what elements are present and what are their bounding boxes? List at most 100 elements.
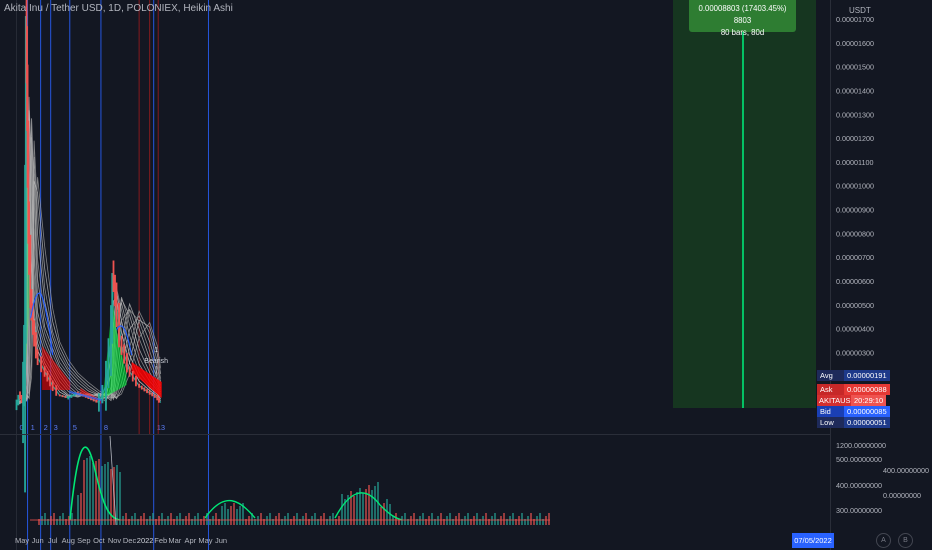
candle <box>143 387 146 392</box>
volume-bar <box>305 513 307 525</box>
volume-bar <box>449 513 451 525</box>
price-chart[interactable]: 0.00001700 0.00001600 0.00001500 0.00001400… <box>0 0 932 550</box>
candle <box>40 356 43 373</box>
candle <box>17 394 20 406</box>
volume-bar <box>224 503 226 525</box>
bearish-count: 1 <box>154 347 158 354</box>
candle <box>140 385 143 390</box>
candle <box>118 302 120 348</box>
volume-bar <box>89 456 91 525</box>
bid-badge-value: 0.00000085 <box>844 406 890 417</box>
volume-bar <box>395 513 397 525</box>
candle <box>156 395 159 401</box>
time-tick-label: Nov <box>108 536 122 545</box>
bid-badge-label: Bid <box>817 406 844 417</box>
candle <box>131 371 134 382</box>
volume-bars-group <box>38 456 550 525</box>
time-tick-label: May <box>15 536 29 545</box>
candle <box>49 375 51 387</box>
symbol-badge-label: AKITAUSDT <box>817 395 861 406</box>
ask-badge-label: Ask <box>817 384 844 395</box>
price-tick-label: 0.00001200 <box>836 134 874 143</box>
volume-bar <box>179 513 181 525</box>
wave-label: 2 <box>44 423 48 432</box>
volume-bar <box>170 513 172 525</box>
time-tick-label: Aug <box>62 536 75 545</box>
volume-bar <box>269 513 271 525</box>
volume-bar <box>323 513 325 525</box>
time-tick-label: Dec <box>123 536 137 545</box>
pane-divider <box>0 434 830 435</box>
current-date-label: 07/05/2022 <box>792 533 834 548</box>
measure-range-box <box>673 0 816 408</box>
volume-bar <box>512 513 514 525</box>
volume-bar <box>467 513 469 525</box>
auto-scale-button[interactable]: A <box>876 533 891 548</box>
chart-root: 0.00001700 0.00001600 0.00001500 0.00001400… <box>0 0 932 550</box>
log-scale-button[interactable]: B <box>898 533 913 548</box>
ask-badge-value: 0.00000088 <box>844 384 890 395</box>
volume-bar <box>287 513 289 525</box>
volume-bar <box>233 503 235 525</box>
time-tick-label: 2022 <box>137 536 154 545</box>
candle <box>67 395 70 400</box>
time-tick-label: Jul <box>48 536 58 545</box>
volume-bar <box>215 513 217 525</box>
volume-tick-label-right: 0.00000000 <box>883 491 921 500</box>
wave-label: 8 <box>104 423 108 432</box>
time-tick-label: Jun <box>32 536 44 545</box>
symbol-badge: AKITAUSDT20:29:10 <box>817 395 887 406</box>
ask-badge: Ask 0.00000088 <box>817 384 890 395</box>
bearish-label: Bearish <box>144 358 168 365</box>
measure-line1: 0.00008803 (17403.45%) 8803 <box>698 4 787 25</box>
price-tick-label: 0.00000800 <box>836 229 874 238</box>
price-tick-label: 0.00001400 <box>836 86 874 95</box>
volume-tick-label-right: 400.00000000 <box>883 466 929 475</box>
candle <box>123 344 126 364</box>
volume-bar <box>53 513 55 525</box>
volume-bar <box>236 509 238 525</box>
avg-badge-label: Avg <box>817 370 844 381</box>
volume-bar <box>374 486 376 525</box>
volume-bar <box>86 458 88 525</box>
candle <box>101 384 104 404</box>
price-tick-label: 0.00000500 <box>836 301 874 310</box>
wave-label: 1 <box>31 423 35 432</box>
time-tick-label: Apr <box>185 536 197 545</box>
price-tick-label: 0.00001700 <box>836 15 874 24</box>
volume-bar <box>485 513 487 525</box>
candle <box>115 282 118 328</box>
volume-bar <box>380 507 382 525</box>
volume-bar <box>332 513 334 525</box>
candle <box>51 380 54 392</box>
low-badge: Low 0.00000051 <box>817 417 890 428</box>
candle <box>15 399 18 411</box>
candle <box>120 335 123 355</box>
volume-bar <box>125 513 127 525</box>
candle <box>61 395 64 398</box>
volume-bar <box>521 513 523 525</box>
volume-bar <box>431 513 433 525</box>
volume-bar <box>413 513 415 525</box>
price-tick-label: 0.00001000 <box>836 182 874 191</box>
price-tick-label: 0.00001500 <box>836 63 874 72</box>
volume-tick-label: 1200.00000000 <box>836 441 886 450</box>
volume-bar <box>422 513 424 525</box>
candle <box>34 332 37 359</box>
candle <box>43 366 46 377</box>
volume-bar <box>494 513 496 525</box>
candle <box>105 360 107 411</box>
candle <box>151 392 154 397</box>
volume-bar <box>440 513 442 525</box>
price-tick-label: 0.00000300 <box>836 348 874 357</box>
wave-label: 5 <box>73 423 77 432</box>
volume-bar <box>143 513 145 525</box>
volume-bar <box>92 463 94 525</box>
volume-bar <box>98 459 100 525</box>
volume-bar <box>197 513 199 525</box>
candle <box>46 371 49 382</box>
candle <box>146 389 148 394</box>
measure-tooltip: 0.00008803 (17403.45%) 8803 80 bars, 80d <box>689 0 796 37</box>
volume-tick-label: 300.00000000 <box>836 506 882 515</box>
price-tick-label: 0.00001100 <box>836 158 873 167</box>
